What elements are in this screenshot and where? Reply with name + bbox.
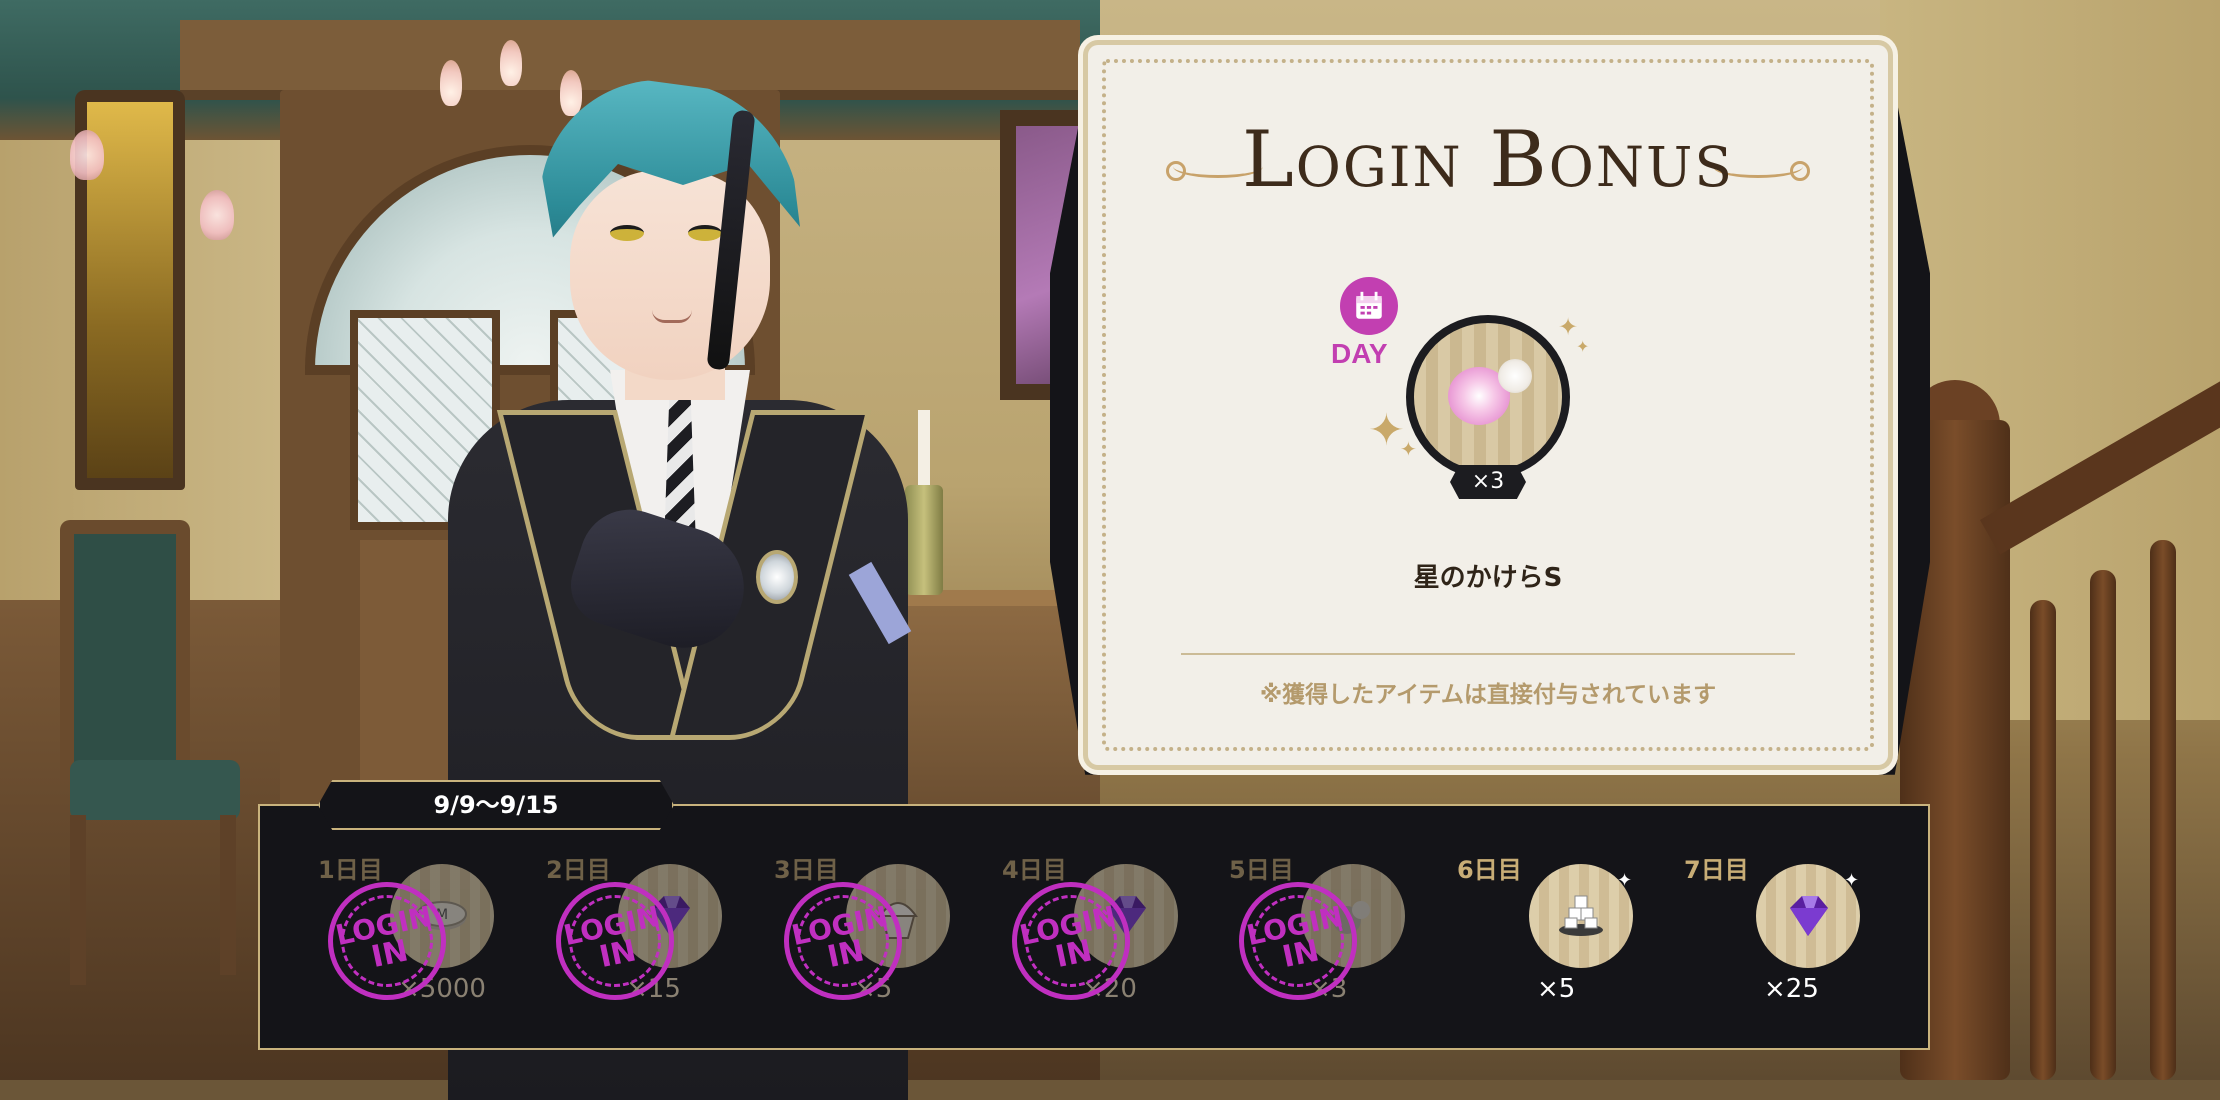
date-range-tab: 9/9〜9/15 (318, 780, 674, 830)
reward-quantity: ×3 (1450, 465, 1526, 499)
sparkle-icon: ✦ (1400, 437, 1417, 461)
day-label: 3日目 (774, 856, 839, 884)
reward-count: ×25 (1764, 974, 1819, 1004)
day-label: 7日目 (1684, 856, 1749, 884)
day-slot-6[interactable]: 6日目 ×5 ✦ (1457, 846, 1657, 1026)
eye-right (688, 225, 722, 241)
eye-left (610, 225, 644, 241)
chair (60, 520, 190, 780)
login-bonus-card[interactable]: Login Bonus DAY ×3 ✦ ✦ ✦ ✦ 星のかけらS ※獲得したア… (1088, 45, 1888, 765)
chair-leg (70, 815, 86, 985)
day-slot-3[interactable]: 3日目 ×5 LOGIN IN (773, 846, 974, 1026)
day-label: 1日目 (318, 856, 383, 884)
reward-name: 星のかけらS (1413, 563, 1563, 593)
day-label: 2日目 (546, 856, 611, 884)
day-label: 6日目 (1457, 856, 1522, 884)
card-divider (1181, 653, 1795, 655)
day-slot-7[interactable]: 7日目 ×25 ✦ (1684, 846, 1884, 1026)
day-label: 4日目 (1002, 856, 1067, 884)
baluster (2150, 540, 2176, 1080)
day-label: DAY (1331, 338, 1388, 369)
sparkle-icon: ✦ (1576, 337, 1590, 356)
sparkle-icon: ✦ (1844, 870, 1860, 891)
card-note: ※獲得したアイテムは直接付与されています (1259, 682, 1717, 708)
card-title: Login Bonus (1241, 115, 1735, 205)
reward-medal: ×3 (1406, 315, 1570, 499)
baluster (2090, 570, 2116, 1080)
baluster (2030, 600, 2056, 1080)
day-slot-5[interactable]: 5日目 ×3 LOGIN IN (1228, 846, 1429, 1026)
day-slot-4[interactable]: 4日目 ×20 LOGIN IN (1001, 846, 1202, 1026)
day-slot-1[interactable]: 1日目 M ×5000 LOGIN IN (317, 846, 518, 1026)
chair-leg (220, 815, 236, 975)
day-label: 5日目 (1229, 856, 1294, 884)
reward-count: ×5 (1537, 974, 1576, 1004)
purple-gem-icon (1778, 886, 1838, 950)
wall-sconce (200, 190, 234, 240)
brooch (756, 550, 798, 604)
chair-seat (70, 760, 240, 820)
wall-sconce (70, 130, 104, 180)
day-slot-2[interactable]: 2日目 ×15 LOGIN IN (545, 846, 746, 1026)
star-fragment-accent (1498, 359, 1532, 393)
sparkle-icon: ✦ (1617, 870, 1633, 891)
calendar-icon (1340, 277, 1398, 335)
sugar-cubes-icon (1551, 886, 1611, 950)
